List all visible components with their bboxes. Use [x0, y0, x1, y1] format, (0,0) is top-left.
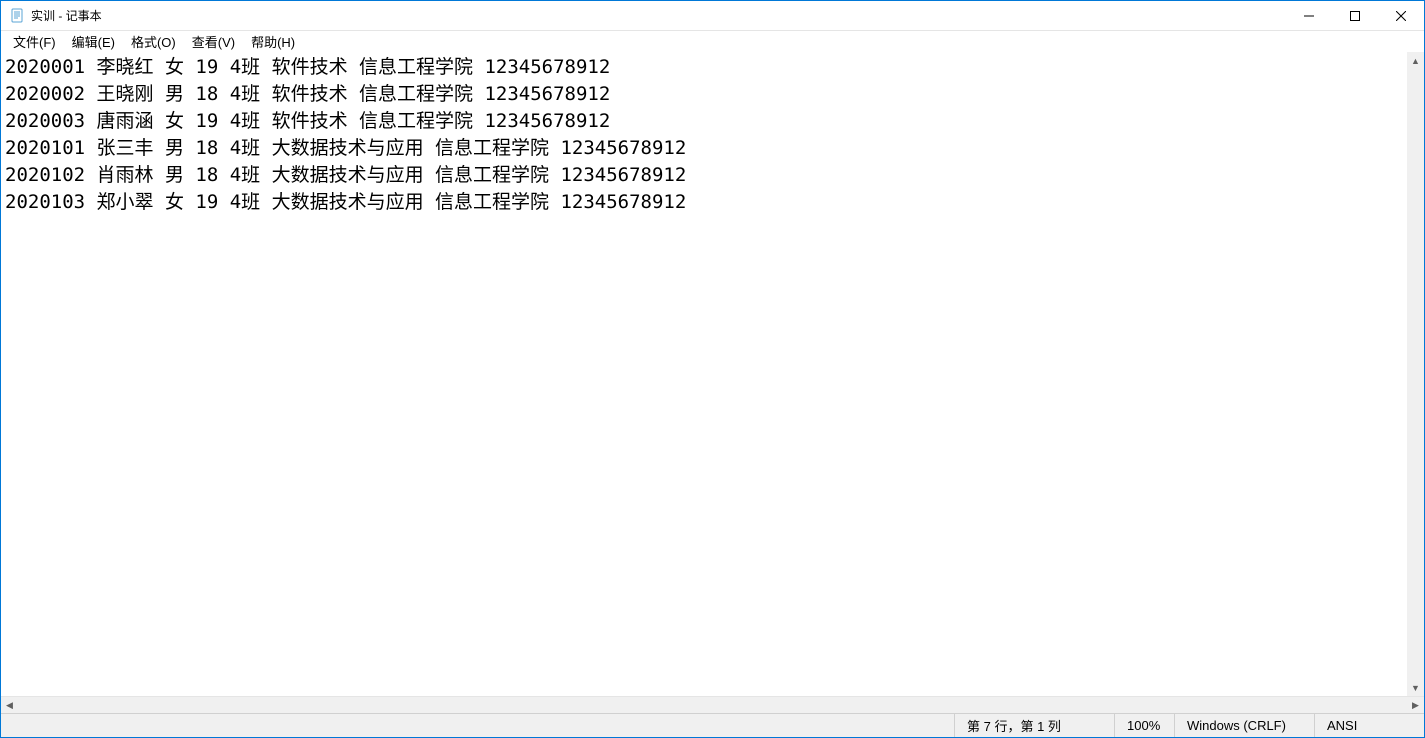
menu-edit[interactable]: 编辑(E) — [64, 30, 123, 53]
menu-help[interactable]: 帮助(H) — [243, 30, 303, 53]
content-wrapper: 2020001 李晓红 女 19 4班 软件技术 信息工程学院 12345678… — [1, 52, 1424, 713]
scroll-down-arrow-icon[interactable]: ▼ — [1407, 679, 1424, 696]
status-encoding: ANSI — [1314, 714, 1424, 737]
maximize-button[interactable] — [1332, 1, 1378, 30]
hscroll-track[interactable] — [18, 697, 1407, 713]
menubar: 文件(F) 编辑(E) 格式(O) 查看(V) 帮助(H) — [1, 31, 1424, 52]
horizontal-scrollbar[interactable]: ◀ ▶ — [1, 696, 1424, 713]
window-title: 实训 - 记事本 — [31, 7, 102, 24]
scroll-left-arrow-icon[interactable]: ◀ — [1, 697, 18, 714]
titlebar: 实训 - 记事本 — [1, 1, 1424, 31]
status-position: 第 7 行，第 1 列 — [954, 714, 1114, 737]
menu-file[interactable]: 文件(F) — [5, 30, 64, 53]
titlebar-left: 实训 - 记事本 — [1, 7, 102, 24]
vertical-scrollbar[interactable]: ▲ ▼ — [1407, 52, 1424, 696]
titlebar-controls — [1286, 1, 1424, 30]
statusbar: 第 7 行，第 1 列 100% Windows (CRLF) ANSI — [1, 713, 1424, 737]
menu-view[interactable]: 查看(V) — [184, 30, 243, 53]
scroll-right-arrow-icon[interactable]: ▶ — [1407, 697, 1424, 714]
vscroll-track[interactable] — [1407, 69, 1424, 679]
minimize-button[interactable] — [1286, 1, 1332, 30]
status-zoom: 100% — [1114, 714, 1174, 737]
notepad-icon — [9, 8, 25, 24]
status-line-ending: Windows (CRLF) — [1174, 714, 1314, 737]
scroll-up-arrow-icon[interactable]: ▲ — [1407, 52, 1424, 69]
menu-format[interactable]: 格式(O) — [123, 30, 184, 53]
text-area[interactable]: 2020001 李晓红 女 19 4班 软件技术 信息工程学院 12345678… — [1, 52, 1424, 696]
close-button[interactable] — [1378, 1, 1424, 30]
